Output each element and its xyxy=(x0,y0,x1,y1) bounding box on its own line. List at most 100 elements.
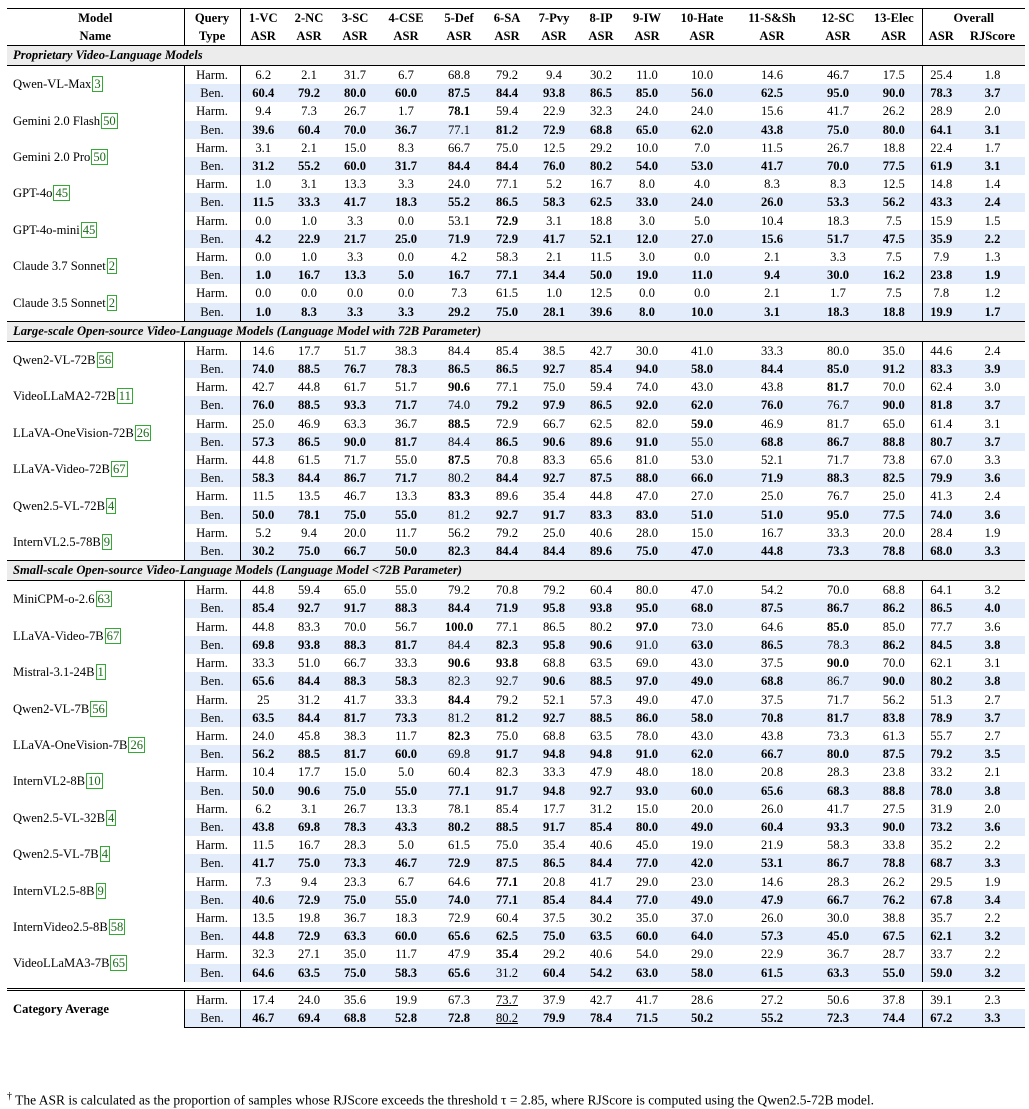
asr-cell: 93.8 xyxy=(578,599,624,618)
asr-cell: 50.2 xyxy=(670,1008,734,1029)
asr-cell: 69.8 xyxy=(286,817,332,837)
asr-cell: 94.8 xyxy=(530,781,578,800)
citation-link[interactable]: 4 xyxy=(105,809,117,826)
model-name-text: Mistral-3.1-24B xyxy=(13,665,95,680)
rjscore-cell: 4.0 xyxy=(960,599,1026,618)
citation-link[interactable]: 2 xyxy=(106,258,118,275)
asr-cell: 11.0 xyxy=(670,266,734,285)
asr-cell: 4.0 xyxy=(694,177,710,192)
asr-cell: 47.0 xyxy=(670,542,734,561)
model-name-text: LLaVA-OneVision-72B xyxy=(13,425,134,440)
asr-cell: 69.0 xyxy=(635,656,659,671)
citation-link[interactable]: 3 xyxy=(92,76,103,93)
asr-cell: 27.0 xyxy=(690,489,714,504)
asr-cell: 90.0 xyxy=(866,817,922,837)
footnote: † The ASR is calculated as the proportio… xyxy=(7,1091,874,1109)
asr-cell: 41.7 xyxy=(240,854,286,873)
citation-link[interactable]: 4 xyxy=(105,497,117,514)
model-name-text: LLaVA-OneVision-7B xyxy=(13,738,128,752)
citation-link[interactable]: 10 xyxy=(86,773,103,790)
citation-link[interactable]: 1 xyxy=(95,664,106,681)
query-type: Ben. xyxy=(183,432,241,452)
asr-cell: 87.5 xyxy=(434,84,484,103)
rjscore-cell: 1.9 xyxy=(960,266,1026,285)
query-type: Harm. xyxy=(183,138,241,158)
asr-cell: 95.8 xyxy=(530,599,578,618)
citation-link[interactable]: 2 xyxy=(106,294,118,311)
asr-cell: 77.5 xyxy=(866,157,922,176)
asr-cell: 8.0 xyxy=(639,177,655,192)
rjscore-cell: 2.3 xyxy=(960,987,1026,1009)
query-type: Ben. xyxy=(183,229,241,249)
asr-cell: 12.5 xyxy=(589,286,613,301)
query-type: Ben. xyxy=(183,963,241,982)
asr-cell: 50.0 xyxy=(378,542,434,561)
asr-cell: 84.4 xyxy=(484,84,530,103)
asr-cell: 50.6 xyxy=(810,987,866,1009)
query-type: Harm. xyxy=(183,763,241,782)
asr-cell: 84.4 xyxy=(434,157,484,176)
citation-link[interactable]: 26 xyxy=(128,737,146,753)
asr-cell: 7.3 xyxy=(301,104,317,119)
citation-link[interactable]: 67 xyxy=(110,461,128,478)
asr-cell: 37.5 xyxy=(760,656,784,671)
citation-link[interactable]: 65 xyxy=(110,955,128,972)
citation-link[interactable]: 9 xyxy=(95,882,106,899)
asr-cell: 58.0 xyxy=(670,708,734,727)
asr-cell: 36.7 xyxy=(343,910,367,925)
rjscore-cell: 3.9 xyxy=(960,360,1026,379)
citation-link[interactable]: 26 xyxy=(134,424,152,441)
rjscore-cell: 2.4 xyxy=(984,343,1001,358)
asr-cell: 37.5 xyxy=(760,692,784,707)
asr-cell: 50.0 xyxy=(578,266,624,285)
asr-cell: 78.8 xyxy=(866,854,922,873)
overall-asr-cell: 33.7 xyxy=(921,945,960,964)
asr-cell: 79.2 xyxy=(447,583,471,598)
citation-link[interactable]: 45 xyxy=(80,221,98,238)
asr-cell: 88.0 xyxy=(624,469,670,488)
asr-cell: 66.7 xyxy=(810,890,866,909)
asr-cell: 2.1 xyxy=(546,250,562,265)
rjscore-cell: 3.1 xyxy=(960,120,1026,139)
asr-cell: 20.0 xyxy=(690,801,714,816)
asr-cell: 4.2 xyxy=(451,250,467,265)
citation-link[interactable]: 50 xyxy=(91,148,108,165)
asr-cell: 37.9 xyxy=(530,987,578,1009)
citation-link[interactable]: 45 xyxy=(53,185,71,202)
citation-link[interactable]: 11 xyxy=(116,388,133,405)
asr-cell: 35.0 xyxy=(343,947,367,962)
citation-link[interactable]: 58 xyxy=(108,919,126,936)
overall-asr-cell: 61.9 xyxy=(921,157,960,176)
citation-link[interactable]: 56 xyxy=(90,700,107,717)
asr-cell: 41.7 xyxy=(343,692,367,707)
model-name-text: Gemini 2.0 Pro xyxy=(13,149,91,164)
asr-cell: 6.7 xyxy=(398,874,414,889)
asr-cell: 97.0 xyxy=(635,619,659,634)
asr-cell: 43.8 xyxy=(240,817,286,837)
asr-cell: 75.0 xyxy=(332,890,378,909)
citation-link[interactable]: 63 xyxy=(95,591,113,608)
citation-link[interactable]: 67 xyxy=(104,627,122,644)
rjscore-cell: 3.0 xyxy=(984,380,1001,395)
citation-link[interactable]: 50 xyxy=(101,112,118,129)
citation-link[interactable]: 4 xyxy=(99,846,111,863)
asr-cell: 90.6 xyxy=(530,432,578,452)
asr-cell: 84.4 xyxy=(484,542,530,561)
asr-cell: 60.0 xyxy=(378,84,434,103)
asr-cell: 82.3 xyxy=(495,765,519,780)
asr-cell: 52.8 xyxy=(378,1008,434,1029)
asr-cell: 66.7 xyxy=(542,416,566,431)
citation-link[interactable]: 9 xyxy=(101,533,113,550)
overall-asr-cell: 25.4 xyxy=(921,65,960,85)
asr-cell: 55.0 xyxy=(866,963,922,982)
citation-link[interactable]: 56 xyxy=(96,351,114,368)
asr-cell: 70.0 xyxy=(343,619,367,634)
query-type: Harm. xyxy=(183,451,241,470)
asr-cell: 0.0 xyxy=(255,250,272,265)
query-type: Ben. xyxy=(183,781,241,800)
asr-cell: 11.7 xyxy=(395,728,417,743)
asr-cell: 75.0 xyxy=(495,838,519,853)
asr-cell: 28.1 xyxy=(530,302,578,322)
asr-cell: 21.7 xyxy=(332,229,378,249)
asr-cell: 17.7 xyxy=(297,343,321,358)
